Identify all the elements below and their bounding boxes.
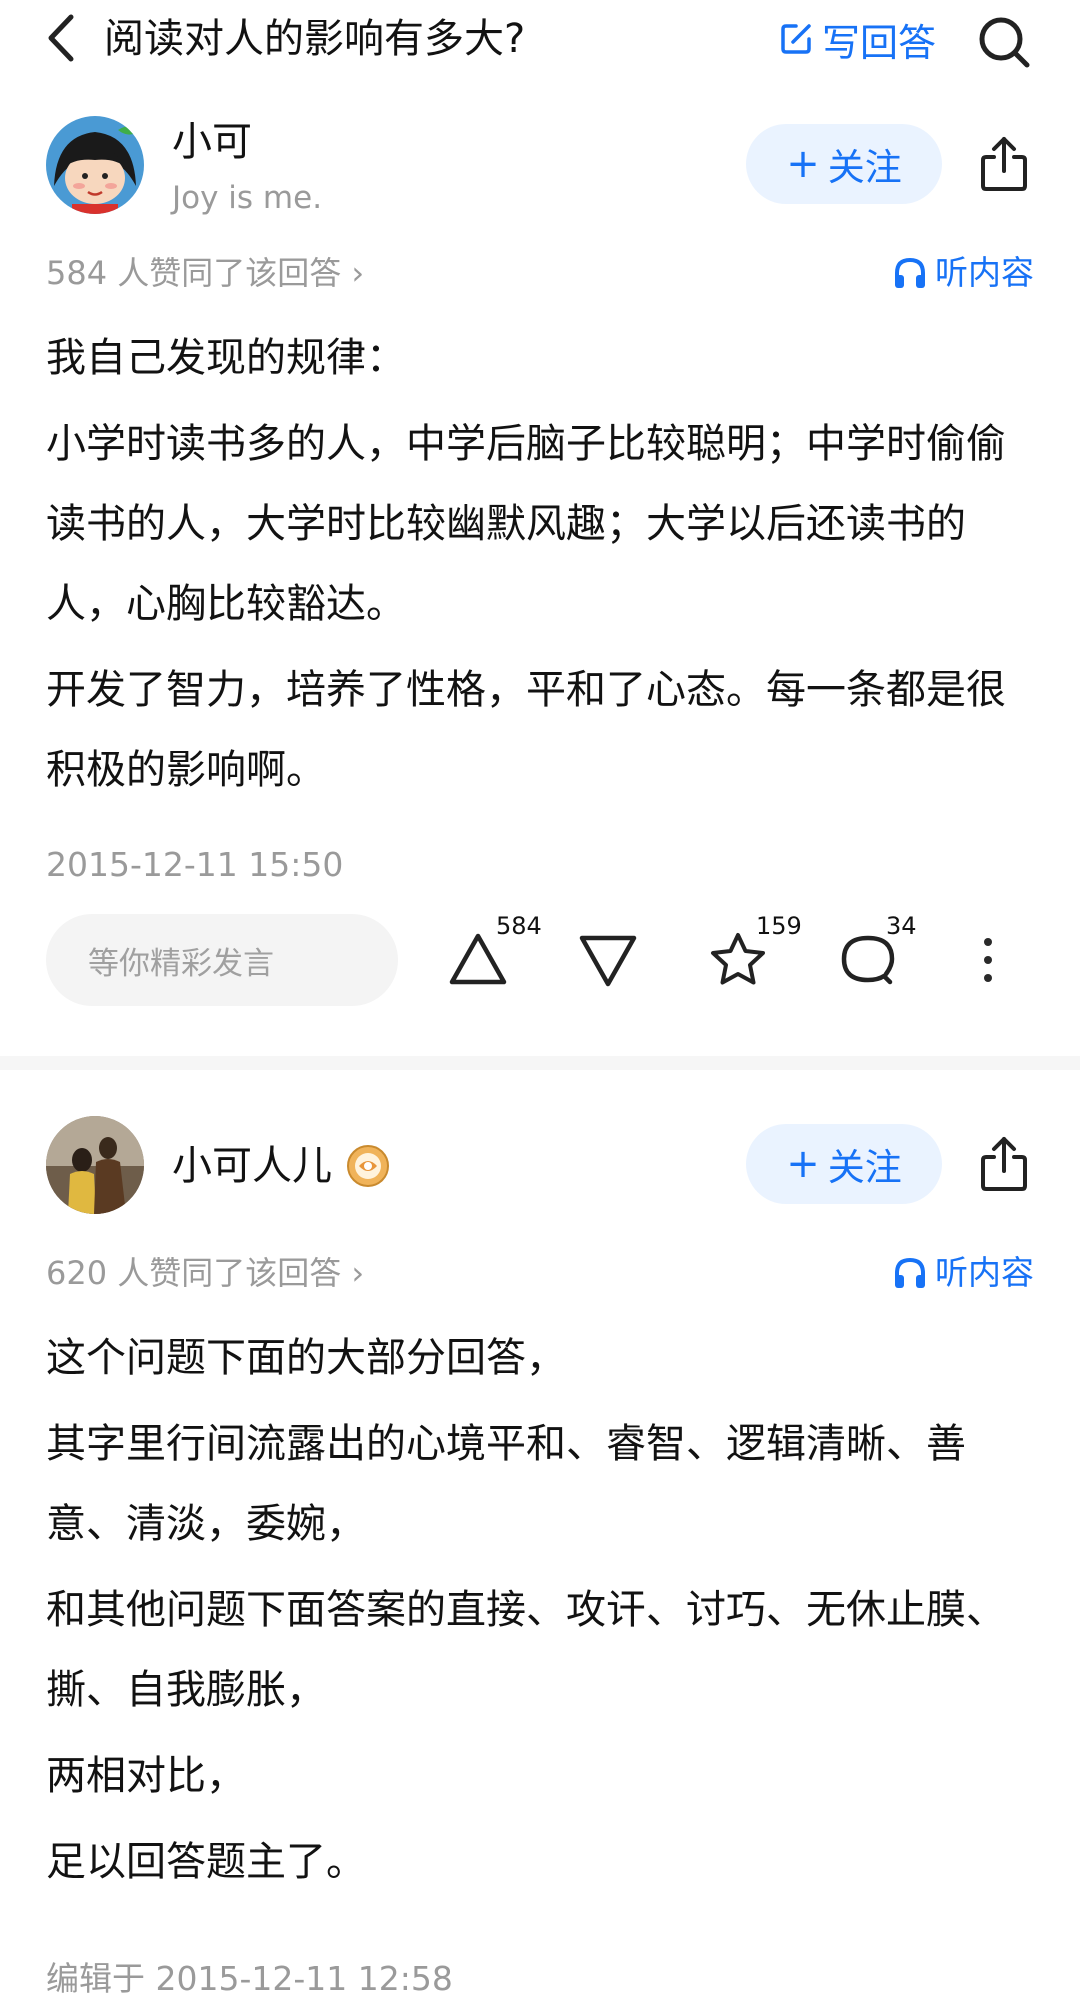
share-button[interactable] [972, 128, 1036, 200]
author-bio: Joy is me. [172, 180, 323, 216]
follow-button[interactable]: + 关注 [746, 1124, 942, 1204]
comment-button[interactable]: 34 [826, 910, 926, 1010]
timestamp: 2015-12-11 15:50 [46, 845, 344, 884]
upvote-count: 584 [496, 912, 542, 940]
section-divider [0, 1056, 1080, 1070]
comment-count: 34 [886, 912, 917, 940]
vote-summary[interactable]: 584 人赞同了该回答 › [46, 248, 364, 298]
share-button[interactable] [972, 1128, 1036, 1200]
plus-icon: + [786, 1141, 820, 1187]
creator-badge-icon [346, 1144, 390, 1188]
paragraph: 和其他问题下面答案的直接、攻讦、讨巧、无休止膜、撕、自我膨胀， [46, 1587, 1006, 1713]
avatar[interactable] [46, 1116, 144, 1214]
comment-input[interactable]: 等你精彩发言 [46, 914, 398, 1006]
paragraph: 这个问题下面的大部分回答， [46, 1335, 566, 1381]
plus-icon: + [786, 141, 820, 187]
search-icon [979, 17, 1030, 68]
paragraph: 两相对比， [46, 1753, 246, 1799]
paragraph: 小学时读书多的人，中学后脑子比较聪明；中学时偷偷读书的人，大学时比较幽默风趣；大… [46, 421, 1006, 627]
share-icon [981, 1137, 1027, 1191]
question-title[interactable]: 阅读对人的影响有多大? [104, 9, 525, 69]
more-button[interactable] [968, 922, 1008, 998]
edit-timestamp: 编辑于 2015-12-11 12:58 [46, 1959, 453, 1998]
more-icon-dot [984, 974, 992, 982]
vote-summary[interactable]: 620 人赞同了该回答 › [46, 1248, 364, 1298]
top-bar: 阅读对人的影响有多大? 写回答 [0, 0, 1080, 80]
listen-button[interactable]: 听内容 [893, 1248, 1034, 1298]
upvote-button[interactable]: 584 [436, 910, 542, 1010]
author-name[interactable]: 小可人儿 [172, 1140, 332, 1192]
more-icon-dot [984, 938, 992, 946]
avatar-cartoon-girl [46, 116, 144, 214]
back-arrow-icon [48, 14, 74, 62]
paragraph: 足以回答题主了。 [46, 1839, 366, 1885]
avatar[interactable] [46, 116, 144, 214]
listen-label: 听内容 [935, 253, 1034, 292]
paragraph: 开发了智力，培养了性格，平和了心态。每一条都是很积极的影响啊。 [46, 667, 1006, 793]
headphones-icon [895, 257, 925, 288]
back-button[interactable] [36, 8, 86, 68]
author-name[interactable]: 小可 [172, 116, 252, 168]
paragraph: 我自己发现的规律： [46, 335, 406, 381]
more-icon-dot [984, 956, 992, 964]
favorite-count: 159 [756, 912, 802, 940]
edit-icon [781, 24, 811, 54]
headphones-icon [895, 1257, 925, 1288]
answer-content: 我自己发现的规律： 小学时读书多的人，中学后脑子比较聪明；中学时偷偷读书的人，大… [46, 318, 1036, 816]
avatar-photo-couple [46, 1116, 144, 1214]
paragraph: 其字里行间流露出的心境平和、睿智、逻辑清晰、善意、清淡，委婉， [46, 1421, 966, 1547]
search-button[interactable] [972, 10, 1036, 74]
downvote-icon [579, 935, 637, 987]
follow-button[interactable]: + 关注 [746, 124, 942, 204]
downvote-button[interactable] [566, 910, 666, 1010]
follow-label: 关注 [827, 1146, 902, 1189]
follow-label: 关注 [827, 146, 902, 189]
answer-content: 这个问题下面的大部分回答， 其字里行间流露出的心境平和、睿智、逻辑清晰、善意、清… [46, 1318, 1036, 1908]
favorite-button[interactable]: 159 [696, 910, 802, 1010]
listen-button[interactable]: 听内容 [893, 248, 1034, 298]
share-icon [981, 137, 1027, 191]
listen-label: 听内容 [935, 1253, 1034, 1292]
write-answer-label: 写回答 [822, 20, 937, 65]
write-answer-button[interactable]: 写回答 [778, 9, 936, 69]
